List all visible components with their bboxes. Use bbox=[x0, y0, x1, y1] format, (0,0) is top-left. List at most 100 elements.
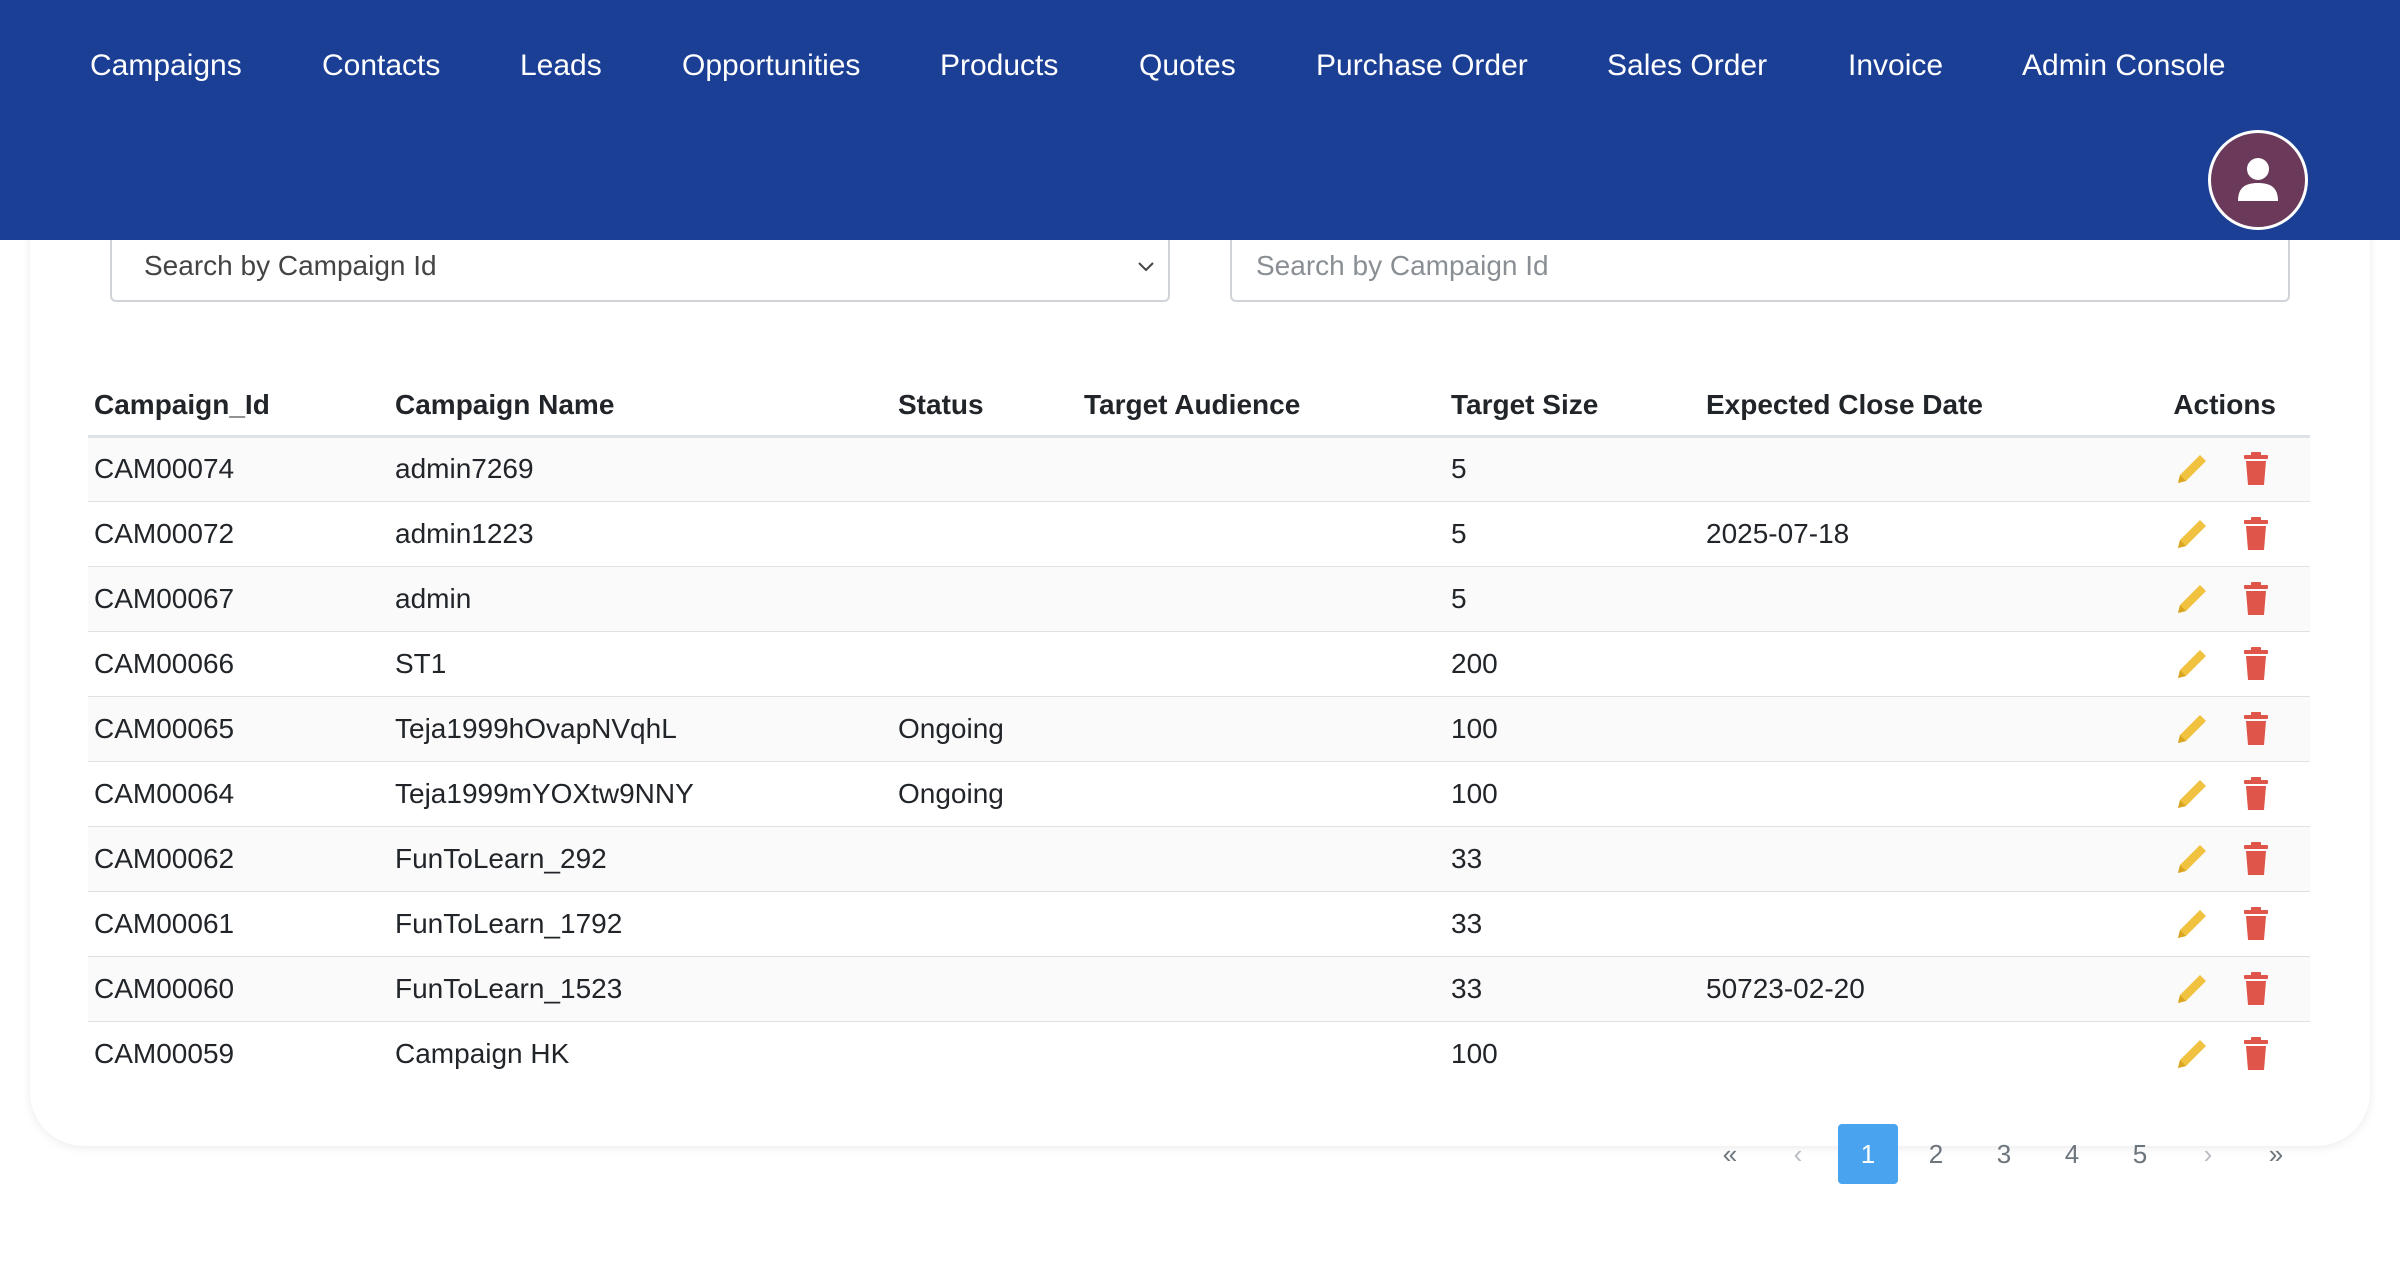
table-row: CAM00066 ST1 200 bbox=[88, 631, 2310, 697]
campaigns-table: Campaign_Id Campaign Name Status Target … bbox=[88, 376, 2310, 1086]
pencil-icon bbox=[2178, 974, 2206, 1003]
edit-button[interactable] bbox=[2172, 709, 2212, 749]
pagination-page-4[interactable]: 4 bbox=[2042, 1124, 2102, 1184]
pencil-icon bbox=[2178, 1039, 2206, 1068]
search-field-select[interactable]: Search by Campaign Id bbox=[110, 230, 1170, 302]
pagination-page-3[interactable]: 3 bbox=[1974, 1124, 2034, 1184]
edit-button[interactable] bbox=[2172, 514, 2212, 554]
trash-icon bbox=[2244, 776, 2268, 810]
delete-button[interactable] bbox=[2236, 1034, 2276, 1074]
cell-status bbox=[892, 501, 1078, 567]
cell-expected-close-date bbox=[1700, 1021, 2120, 1086]
pagination-page-1[interactable]: 1 bbox=[1838, 1124, 1898, 1184]
nav-contacts[interactable]: Contacts bbox=[322, 49, 440, 83]
cell-status bbox=[892, 631, 1078, 697]
delete-button[interactable] bbox=[2236, 514, 2276, 554]
cell-actions bbox=[2120, 696, 2310, 762]
table-row: CAM00059 Campaign HK 100 bbox=[88, 1021, 2310, 1086]
cell-target-size: 100 bbox=[1445, 1021, 1700, 1086]
cell-campaign-name: Teja1999mYOXtw9NNY bbox=[389, 761, 892, 827]
cell-campaign-name: Teja1999hOvapNVqhL bbox=[389, 696, 892, 762]
edit-button[interactable] bbox=[2172, 969, 2212, 1009]
cell-expected-close-date bbox=[1700, 826, 2120, 892]
nav-opportunities[interactable]: Opportunities bbox=[682, 49, 860, 83]
cell-status bbox=[892, 566, 1078, 632]
edit-button[interactable] bbox=[2172, 774, 2212, 814]
pagination-page-5[interactable]: 5 bbox=[2110, 1124, 2170, 1184]
cell-target-size: 200 bbox=[1445, 631, 1700, 697]
pencil-icon bbox=[2178, 909, 2206, 938]
nav-campaigns[interactable]: Campaigns bbox=[90, 49, 242, 83]
pagination-last[interactable]: » bbox=[2246, 1124, 2306, 1184]
pagination-first[interactable]: « bbox=[1700, 1124, 1760, 1184]
nav-purchase-order[interactable]: Purchase Order bbox=[1316, 49, 1528, 83]
delete-button[interactable] bbox=[2236, 449, 2276, 489]
cell-target-size: 5 bbox=[1445, 566, 1700, 632]
user-icon bbox=[2238, 158, 2278, 201]
search-input[interactable] bbox=[1230, 230, 2290, 302]
table-row: CAM00060 FunToLearn_1523 33 50723-02-20 bbox=[88, 956, 2310, 1022]
cell-campaign-name: FunToLearn_1792 bbox=[389, 891, 892, 957]
trash-icon bbox=[2244, 516, 2268, 550]
trash-icon bbox=[2244, 711, 2268, 745]
edit-button[interactable] bbox=[2172, 449, 2212, 489]
pencil-icon bbox=[2178, 519, 2206, 548]
cell-actions bbox=[2120, 631, 2310, 697]
edit-button[interactable] bbox=[2172, 839, 2212, 879]
cell-target-size: 33 bbox=[1445, 891, 1700, 957]
delete-button[interactable] bbox=[2236, 969, 2276, 1009]
cell-target-size: 100 bbox=[1445, 761, 1700, 827]
table-row: CAM00065 Teja1999hOvapNVqhL Ongoing 100 bbox=[88, 696, 2310, 762]
cell-target-audience bbox=[1078, 696, 1445, 762]
nav-quotes[interactable]: Quotes bbox=[1139, 49, 1236, 83]
pencil-icon bbox=[2178, 714, 2206, 743]
delete-button[interactable] bbox=[2236, 709, 2276, 749]
cell-target-audience bbox=[1078, 1021, 1445, 1086]
col-header-campaign-id: Campaign_Id bbox=[88, 376, 389, 438]
cell-campaign-name: admin bbox=[389, 566, 892, 632]
cell-campaign-id: CAM00074 bbox=[88, 436, 389, 502]
col-header-expected-close-date: Expected Close Date bbox=[1700, 376, 2120, 438]
cell-campaign-name: admin7269 bbox=[389, 436, 892, 502]
table-row: CAM00062 FunToLearn_292 33 bbox=[88, 826, 2310, 892]
delete-button[interactable] bbox=[2236, 579, 2276, 619]
cell-status: Ongoing bbox=[892, 696, 1078, 762]
edit-button[interactable] bbox=[2172, 579, 2212, 619]
table-row: CAM00072 admin1223 5 2025-07-18 bbox=[88, 501, 2310, 567]
cell-target-audience bbox=[1078, 826, 1445, 892]
edit-button[interactable] bbox=[2172, 904, 2212, 944]
cell-expected-close-date bbox=[1700, 696, 2120, 762]
cell-campaign-name: Campaign HK bbox=[389, 1021, 892, 1086]
nav-invoice[interactable]: Invoice bbox=[1848, 49, 1943, 83]
pagination-page-2[interactable]: 2 bbox=[1906, 1124, 1966, 1184]
nav-admin-console[interactable]: Admin Console bbox=[2022, 49, 2225, 83]
nav-sales-order[interactable]: Sales Order bbox=[1607, 49, 1767, 83]
pagination-next[interactable]: › bbox=[2178, 1124, 2238, 1184]
table-row: CAM00061 FunToLearn_1792 33 bbox=[88, 891, 2310, 957]
cell-expected-close-date: 50723-02-20 bbox=[1700, 956, 2120, 1022]
delete-button[interactable] bbox=[2236, 839, 2276, 879]
cell-actions bbox=[2120, 501, 2310, 567]
pagination-prev[interactable]: ‹ bbox=[1768, 1124, 1828, 1184]
cell-campaign-id: CAM00059 bbox=[88, 1021, 389, 1086]
nav-leads[interactable]: Leads bbox=[520, 49, 602, 83]
cell-expected-close-date bbox=[1700, 761, 2120, 827]
cell-target-audience bbox=[1078, 891, 1445, 957]
cell-actions bbox=[2120, 436, 2310, 502]
cell-target-audience bbox=[1078, 436, 1445, 502]
cell-status bbox=[892, 1021, 1078, 1086]
table-row: CAM00074 admin7269 5 bbox=[88, 436, 2310, 502]
cell-campaign-name: FunToLearn_1523 bbox=[389, 956, 892, 1022]
delete-button[interactable] bbox=[2236, 644, 2276, 684]
cell-status bbox=[892, 956, 1078, 1022]
edit-button[interactable] bbox=[2172, 1034, 2212, 1074]
user-avatar-button[interactable] bbox=[2208, 130, 2308, 230]
search-field-select-value: Search by Campaign Id bbox=[144, 250, 437, 281]
cell-expected-close-date bbox=[1700, 631, 2120, 697]
edit-button[interactable] bbox=[2172, 644, 2212, 684]
delete-button[interactable] bbox=[2236, 904, 2276, 944]
nav-products[interactable]: Products bbox=[940, 49, 1058, 83]
cell-target-size: 33 bbox=[1445, 956, 1700, 1022]
cell-target-audience bbox=[1078, 956, 1445, 1022]
delete-button[interactable] bbox=[2236, 774, 2276, 814]
